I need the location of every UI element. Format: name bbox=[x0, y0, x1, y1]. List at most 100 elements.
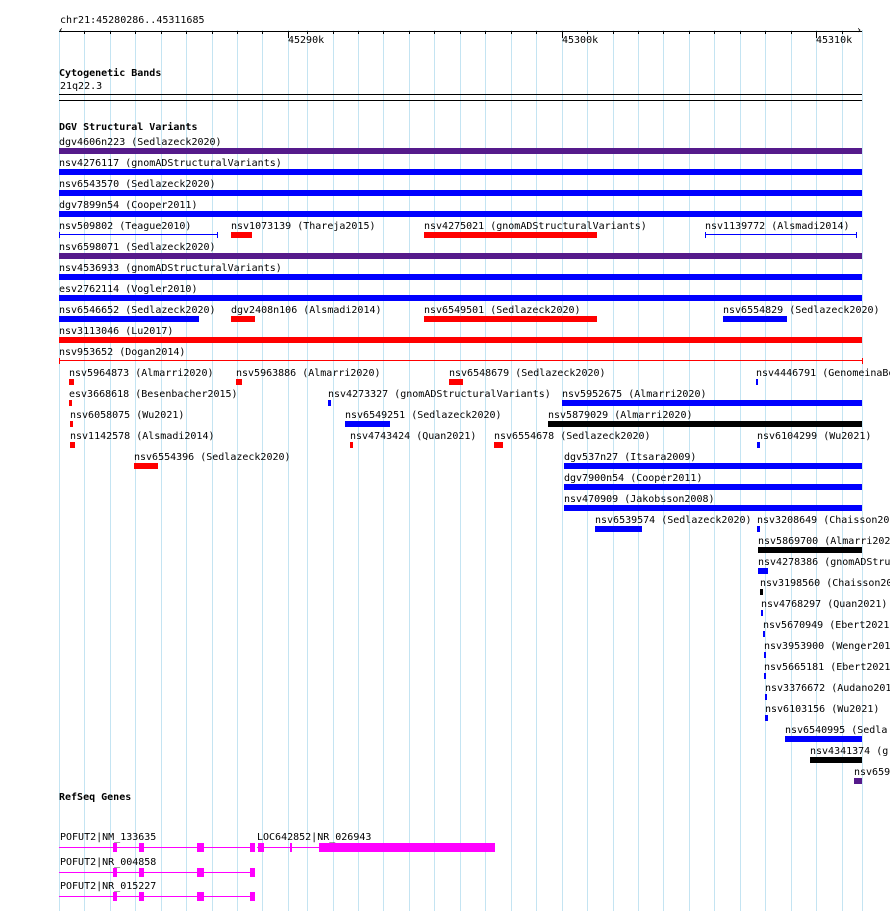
feature-bar-nsv3113046[interactable] bbox=[59, 337, 862, 343]
feature-bar-nsv3376672[interactable] bbox=[765, 694, 767, 700]
gene-exon-pofut2-nr-004858[interactable] bbox=[250, 868, 255, 877]
feature-label-nsv509802[interactable]: nsv509802 (Teague2010) bbox=[59, 221, 191, 232]
feature-label-nsv6554396[interactable]: nsv6554396 (Sedlazeck2020) bbox=[134, 452, 291, 463]
feature-label-nsv4276117[interactable]: nsv4276117 (gnomADStructuralVariants) bbox=[59, 158, 282, 169]
feature-label-nsv5963886[interactable]: nsv5963886 (Almarri2020) bbox=[236, 368, 381, 379]
feature-bar-nsv6539574[interactable] bbox=[595, 526, 642, 532]
gene-label-pofut2-nr-015227[interactable]: POFUT2|NR_015227 bbox=[60, 881, 156, 892]
feature-bar-nsv6554829[interactable] bbox=[723, 316, 787, 322]
gene-exon-pofut2-nr-004858[interactable] bbox=[113, 868, 117, 877]
feature-label-nsv6554829[interactable]: nsv6554829 (Sedlazeck2020) bbox=[723, 305, 880, 316]
feature-label-nsv3953900[interactable]: nsv3953900 (Wenger201 bbox=[764, 641, 890, 652]
feature-bar-nsv5952675[interactable] bbox=[562, 400, 862, 406]
feature-label-nsv3198560[interactable]: nsv3198560 (Chaisson20 bbox=[760, 578, 890, 589]
feature-label-dgv4606n223[interactable]: dgv4606n223 (Sedlazeck2020) bbox=[59, 137, 222, 148]
feature-label-nsv6546652[interactable]: nsv6546652 (Sedlazeck2020) bbox=[59, 305, 216, 316]
feature-bar-dgv537n27[interactable] bbox=[564, 463, 862, 469]
feature-label-nsv4536933[interactable]: nsv4536933 (gnomADStructuralVariants) bbox=[59, 263, 282, 274]
feature-bar-nsv1073139[interactable] bbox=[231, 232, 252, 238]
feature-label-nsv6539574[interactable]: nsv6539574 (Sedlazeck2020) bbox=[595, 515, 752, 526]
feature-bar-esv3668618[interactable] bbox=[69, 400, 72, 406]
gene-exon-loc642852-nr-026943[interactable] bbox=[258, 843, 264, 852]
feature-bar-nsv5964873[interactable] bbox=[69, 379, 74, 385]
feature-bar-nsv5963886[interactable] bbox=[236, 379, 242, 385]
feature-bar-nsv6058075[interactable] bbox=[70, 421, 73, 427]
gene-exon-pofut2-nr-004858[interactable] bbox=[139, 868, 144, 877]
feature-bar-nsv3198560[interactable] bbox=[760, 589, 763, 595]
gene-exon-pofut2-nr-015227[interactable] bbox=[197, 892, 204, 901]
gene-exon-pofut2-nm-133635[interactable] bbox=[139, 843, 144, 852]
feature-label-nsv470909[interactable]: nsv470909 (Jakobsson2008) bbox=[564, 494, 715, 505]
feature-label-nsv1139772[interactable]: nsv1139772 (Alsmadi2014) bbox=[705, 221, 850, 232]
feature-label-nsv5964873[interactable]: nsv5964873 (Almarri2020) bbox=[69, 368, 214, 379]
feature-bar-nsv6540995[interactable] bbox=[785, 736, 862, 742]
feature-bar-nsv6548679[interactable] bbox=[449, 379, 463, 385]
feature-bar-nsv1142578[interactable] bbox=[70, 442, 75, 448]
feature-label-nsv6058075[interactable]: nsv6058075 (Wu2021) bbox=[70, 410, 184, 421]
feature-label-nsv6549251[interactable]: nsv6549251 (Sedlazeck2020) bbox=[345, 410, 502, 421]
gene-exon-pofut2-nr-015227[interactable] bbox=[250, 892, 255, 901]
feature-label-nsv3376672[interactable]: nsv3376672 (Audano201 bbox=[765, 683, 890, 694]
feature-label-nsv6554678[interactable]: nsv6554678 (Sedlazeck2020) bbox=[494, 431, 651, 442]
feature-bar-nsv4275021[interactable] bbox=[424, 232, 597, 238]
feature-bar-nsv6549251[interactable] bbox=[345, 421, 390, 427]
feature-bar-nsv6104299[interactable] bbox=[757, 442, 760, 448]
feature-bar-nsv4273327[interactable] bbox=[328, 400, 331, 406]
feature-label-nsv4768297[interactable]: nsv4768297 (Quan2021) bbox=[761, 599, 887, 610]
feature-bar-nsv6549501[interactable] bbox=[424, 316, 597, 322]
feature-label-nsv3208649[interactable]: nsv3208649 (Chaisson20 bbox=[757, 515, 889, 526]
feature-label-dgv537n27[interactable]: dgv537n27 (Itsara2009) bbox=[564, 452, 696, 463]
feature-label-nsv6540995[interactable]: nsv6540995 (Sedla bbox=[785, 725, 887, 736]
feature-bar-nsv6554678[interactable] bbox=[494, 442, 503, 448]
feature-label-nsv1142578[interactable]: nsv1142578 (Alsmadi2014) bbox=[70, 431, 215, 442]
gene-exon-pofut2-nm-133635[interactable] bbox=[197, 843, 204, 852]
feature-label-nsv5869700[interactable]: nsv5869700 (Almarri202 bbox=[758, 536, 890, 547]
feature-bar-nsv6543570[interactable] bbox=[59, 190, 862, 196]
feature-label-nsv4341374[interactable]: nsv4341374 (g bbox=[810, 746, 888, 757]
gene-exon-pofut2-nr-015227[interactable] bbox=[139, 892, 144, 901]
feature-label-nsv4275021[interactable]: nsv4275021 (gnomADStructuralVariants) bbox=[424, 221, 647, 232]
feature-label-nsv5879029[interactable]: nsv5879029 (Almarri2020) bbox=[548, 410, 693, 421]
feature-label-esv3668618[interactable]: esv3668618 (Besenbacher2015) bbox=[69, 389, 238, 400]
feature-label-nsv5670949[interactable]: nsv5670949 (Ebert2021 bbox=[763, 620, 889, 631]
feature-label-dgv2408n106[interactable]: dgv2408n106 (Alsmadi2014) bbox=[231, 305, 382, 316]
feature-label-nsv4743424[interactable]: nsv4743424 (Quan2021) bbox=[350, 431, 476, 442]
feature-bar-nsv4743424[interactable] bbox=[350, 442, 353, 448]
feature-label-nsv6548679[interactable]: nsv6548679 (Sedlazeck2020) bbox=[449, 368, 606, 379]
feature-label-nsv6598071[interactable]: nsv6598071 (Sedlazeck2020) bbox=[59, 242, 216, 253]
feature-bar-nsv4536933[interactable] bbox=[59, 274, 862, 280]
feature-label-nsv5952675[interactable]: nsv5952675 (Almarri2020) bbox=[562, 389, 707, 400]
feature-bar-dgv7900n54[interactable] bbox=[564, 484, 862, 490]
gene-label-pofut2-nm-133635[interactable]: POFUT2|NM_133635 bbox=[60, 832, 156, 843]
feature-label-dgv7899n54[interactable]: dgv7899n54 (Cooper2011) bbox=[59, 200, 197, 211]
feature-label-dgv7900n54[interactable]: dgv7900n54 (Cooper2011) bbox=[564, 473, 702, 484]
feature-bar-nsv5665181[interactable] bbox=[764, 673, 766, 679]
feature-bar-nsv6546652[interactable] bbox=[59, 316, 199, 322]
feature-label-nsv1073139[interactable]: nsv1073139 (Thareja2015) bbox=[231, 221, 376, 232]
feature-bar-nsv3953900[interactable] bbox=[764, 652, 766, 658]
feature-label-nsv659[interactable]: nsv659 bbox=[854, 767, 890, 778]
feature-bar-nsv5869700[interactable] bbox=[758, 547, 862, 553]
feature-bar-dgv7899n54[interactable] bbox=[59, 211, 862, 217]
gene-exon-loc642852-nr-026943[interactable] bbox=[290, 843, 292, 852]
gene-exon-pofut2-nm-133635[interactable] bbox=[113, 843, 117, 852]
feature-bar-nsv4768297[interactable] bbox=[761, 610, 763, 616]
gene-exon-loc642852-nr-026943[interactable] bbox=[319, 843, 495, 852]
feature-bar-nsv6554396[interactable] bbox=[134, 463, 158, 469]
feature-label-nsv4446791[interactable]: nsv4446791 (GenomeinaBottle) bbox=[756, 368, 890, 379]
feature-bar-esv2762114[interactable] bbox=[59, 295, 862, 301]
feature-label-nsv6549501[interactable]: nsv6549501 (Sedlazeck2020) bbox=[424, 305, 581, 316]
gene-label-pofut2-nr-004858[interactable]: POFUT2|NR_004858 bbox=[60, 857, 156, 868]
gene-exon-pofut2-nm-133635[interactable] bbox=[250, 843, 255, 852]
feature-line-nsv1139772[interactable] bbox=[705, 234, 856, 235]
feature-bar-nsv4341374[interactable] bbox=[810, 757, 862, 763]
feature-label-esv2762114[interactable]: esv2762114 (Vogler2010) bbox=[59, 284, 197, 295]
feature-label-nsv5665181[interactable]: nsv5665181 (Ebert2021 bbox=[764, 662, 890, 673]
feature-label-nsv953652[interactable]: nsv953652 (Dogan2014) bbox=[59, 347, 185, 358]
feature-label-nsv6104299[interactable]: nsv6104299 (Wu2021) bbox=[757, 431, 871, 442]
feature-bar-nsv4446791[interactable] bbox=[756, 379, 758, 385]
feature-bar-nsv470909[interactable] bbox=[564, 505, 862, 511]
feature-label-nsv4273327[interactable]: nsv4273327 (gnomADStructuralVariants) bbox=[328, 389, 551, 400]
feature-line-nsv953652[interactable] bbox=[59, 360, 862, 361]
feature-bar-nsv3208649[interactable] bbox=[757, 526, 760, 532]
